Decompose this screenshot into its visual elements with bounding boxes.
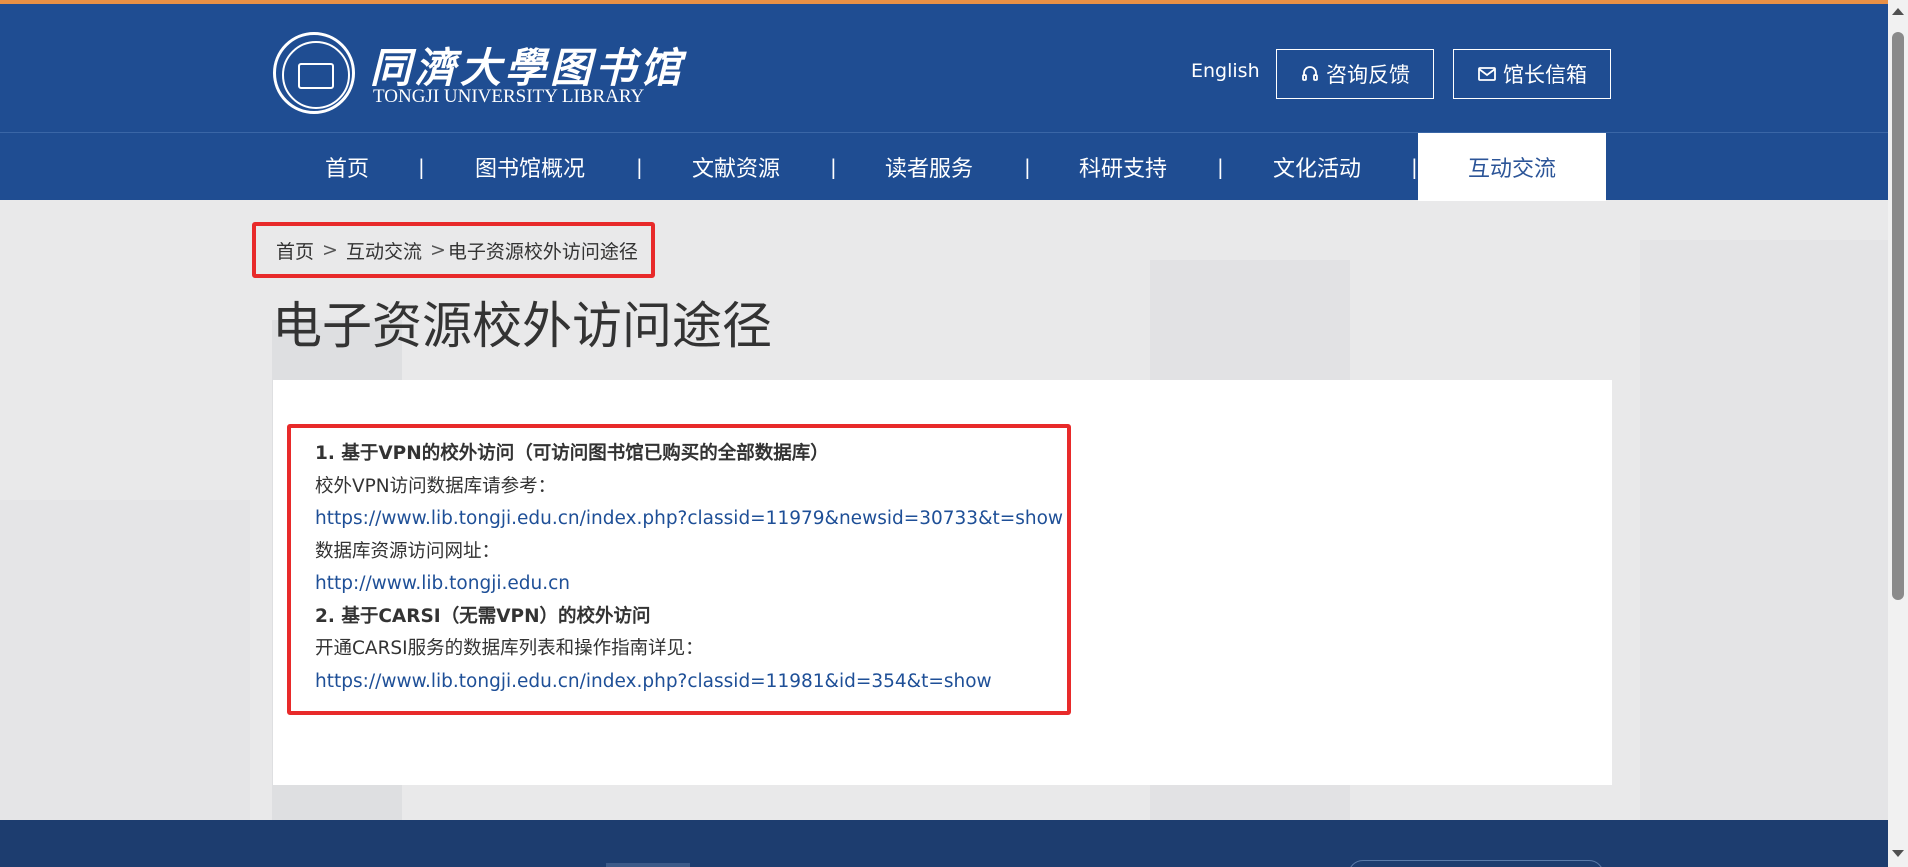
university-seal-icon[interactable] (273, 32, 355, 114)
page-scrollbar[interactable] (1888, 0, 1908, 867)
nav-item-cultural-activities[interactable]: 文化活动 (1261, 133, 1373, 201)
nav-item-resources[interactable]: 文献资源 (680, 133, 792, 201)
site-footer (0, 820, 1888, 867)
nav-item-reader-services[interactable]: 读者服务 (873, 133, 985, 201)
breadcrumb-section[interactable]: 互动交流 (346, 237, 422, 264)
breadcrumb-separator: > (322, 239, 338, 261)
nav-separator: | (1411, 155, 1418, 179)
nav-separator: | (418, 155, 425, 179)
main-nav: 首页 | 图书馆概况 | 文献资源 | 读者服务 | 科研支持 | 文化活动 |… (0, 132, 1888, 201)
nav-separator: | (1024, 155, 1031, 179)
consult-feedback-label: 咨询反馈 (1326, 63, 1410, 87)
breadcrumb-home[interactable]: 首页 (276, 237, 314, 264)
nav-item-interaction[interactable]: 互动交流 (1418, 133, 1606, 201)
scroll-up-arrow-icon[interactable] (1892, 8, 1904, 15)
breadcrumb-current: 电子资源校外访问途径 (447, 240, 638, 263)
logo-chinese-name[interactable]: 同濟大學图书馆 (370, 34, 685, 94)
breadcrumb-separator: > (429, 239, 446, 261)
vpn-guide-link[interactable]: https://www.lib.tongji.edu.cn/index.php?… (315, 508, 1063, 529)
breadcrumb: 首页 > 互动交流 > 电子资源校外访问途径 (252, 222, 655, 278)
footer-search-pill[interactable] (1348, 860, 1604, 867)
section-heading-carsi: 2. 基于CARSI（无需VPN）的校外访问 (315, 605, 651, 627)
carsi-guide-link[interactable]: https://www.lib.tongji.edu.cn/index.php?… (315, 671, 992, 692)
envelope-icon (1478, 67, 1496, 81)
nav-separator: | (830, 155, 837, 179)
english-link[interactable]: English (1191, 60, 1260, 82)
headset-icon (1302, 66, 1318, 81)
carsi-guide-text: 开通CARSI服务的数据库列表和操作指南详见： (315, 638, 704, 659)
article-content: 1. 基于VPN的校外访问（可访问图书馆已购买的全部数据库） 校外VPN访问数据… (315, 438, 1063, 698)
scroll-down-arrow-icon[interactable] (1892, 850, 1904, 857)
nav-item-research-support[interactable]: 科研支持 (1067, 133, 1179, 201)
director-mailbox-button[interactable]: 馆长信箱 (1453, 49, 1611, 99)
section-heading-vpn: 1. 基于VPN的校外访问（可访问图书馆已购买的全部数据库） (315, 443, 829, 464)
database-url-text: 数据库资源访问网址： (315, 540, 501, 562)
logo-english-name[interactable]: TONGJI UNIVERSITY LIBRARY (373, 86, 644, 108)
nav-item-library-overview[interactable]: 图书馆概况 (460, 133, 600, 201)
footer-text-partial (606, 863, 690, 867)
nav-item-home[interactable]: 首页 (304, 133, 390, 201)
vpn-reference-text: 校外VPN访问数据库请参考： (315, 475, 557, 497)
consult-feedback-button[interactable]: 咨询反馈 (1276, 49, 1434, 99)
site-header: 同濟大學图书馆 TONGJI UNIVERSITY LIBRARY Englis… (0, 4, 1888, 132)
page-title: 电子资源校外访问途径 (272, 297, 772, 355)
scroll-thumb[interactable] (1892, 32, 1904, 600)
nav-separator: | (636, 155, 643, 179)
nav-separator: | (1217, 155, 1224, 179)
library-home-link[interactable]: http://www.lib.tongji.edu.cn (315, 573, 570, 594)
director-mailbox-label: 馆长信箱 (1503, 63, 1587, 87)
